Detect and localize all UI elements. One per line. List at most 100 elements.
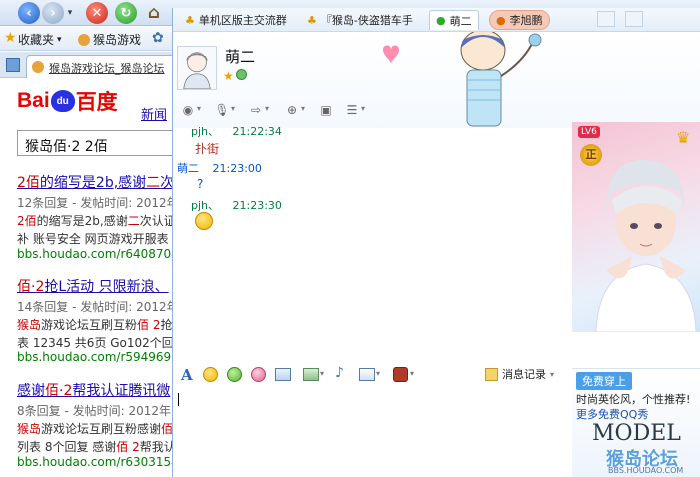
ad-line1[interactable]: 时尚英伦风，个性推荐!: [576, 391, 690, 407]
chevron-down-icon[interactable]: ▾: [410, 369, 414, 378]
sender-name[interactable]: pjh、: [191, 125, 219, 138]
history-icon: [485, 367, 498, 381]
chevron-down-icon[interactable]: ▾: [361, 104, 365, 113]
tab-group-moderators[interactable]: ♣ 单机区版主交流群: [179, 10, 293, 30]
input-toolbar: A ▾ ♪ ▾ ▾ 消息记录 ▾: [173, 363, 571, 387]
star-icon: ★: [4, 30, 17, 46]
contact-name[interactable]: 萌二: [225, 46, 255, 67]
contact-qq-show[interactable]: LV6 正 ♛: [572, 122, 700, 332]
ad-line2[interactable]: 更多免费QQ秀: [576, 406, 648, 422]
title-text: 感谢: [17, 383, 45, 399]
hearts-decoration: [383, 45, 399, 64]
cartoon-boy-decoration: [460, 32, 542, 127]
snippet-text: 游戏论坛互刷互粉: [41, 318, 138, 332]
news-link[interactable]: 新闻: [141, 104, 167, 123]
chevron-down-icon[interactable]: ▾: [320, 369, 324, 378]
chat-history: pjh、 21:22:34 扑街 萌二 21:23:00 ? pjh、 21:2…: [173, 120, 573, 360]
favorites-menu[interactable]: 收藏夹 ▾: [18, 31, 62, 48]
hl-text: 二: [127, 214, 140, 228]
dropdown-arrow-icon[interactable]: ▾: [64, 6, 76, 20]
browser-tab[interactable]: 猴岛游戏论坛_猴岛论坛: [26, 55, 176, 78]
maximize-button[interactable]: [625, 11, 643, 27]
chevron-down-icon[interactable]: ▾: [265, 104, 269, 113]
paw-icon[interactable]: ✿: [152, 30, 164, 46]
back-button[interactable]: ‹: [18, 2, 40, 24]
chevron-down-icon[interactable]: ▾: [197, 104, 201, 113]
history-label: 消息记录: [502, 368, 546, 381]
hl-text: 佰·2: [45, 383, 73, 399]
result-snippet: 2佰的缩写是2b,感谢二次认证: [17, 212, 176, 229]
qq-tab-bar: ♣ 单机区版主交流群 ♣ 『猴岛-侠盗猎车手 ● 萌二 ● 李旭鹏: [173, 8, 700, 32]
result-url[interactable]: bbs.houdao.com/r6408704 20: [17, 247, 198, 261]
minimize-button[interactable]: [597, 11, 615, 27]
chevron-down-icon: ▾: [57, 34, 62, 45]
fav-site-link[interactable]: 猴岛游戏: [78, 31, 141, 48]
app-menu-icon[interactable]: ☰: [343, 102, 361, 118]
hl-text: 二: [146, 175, 161, 191]
sender-name[interactable]: 萌二: [177, 162, 199, 175]
tab-favicon-icon: [32, 61, 44, 73]
chevron-down-icon[interactable]: ▾: [376, 369, 380, 378]
message-header: 萌二 21:23:00: [177, 160, 262, 176]
snippet-text: 列表 8个回复 感谢: [17, 440, 117, 454]
title-text: 抢L活动 只限新浪、: [44, 279, 169, 295]
message-history-button[interactable]: 消息记录 ▾: [485, 366, 554, 382]
message-input[interactable]: [173, 387, 571, 477]
app-box-icon[interactable]: [393, 367, 408, 382]
ad-model-text: MODEL: [592, 421, 681, 446]
search-input[interactable]: 猴岛佰·2 2佰: [17, 130, 177, 156]
result-snippet-2: 表 12345 共6页 Go102个回: [17, 336, 174, 350]
image-icon[interactable]: [303, 368, 319, 381]
ad-label[interactable]: 免费穿上: [576, 372, 632, 390]
portrait-image: [595, 159, 696, 332]
result-url[interactable]: bbs.houdao.com/r6303154 20: [17, 455, 198, 469]
baidu-logo[interactable]: Bai du 百度: [17, 86, 118, 116]
tab-label: 『猴岛-侠盗猎车手: [320, 14, 413, 27]
vip-emoticon-icon[interactable]: [227, 367, 242, 382]
sender-name[interactable]: pjh、: [191, 199, 219, 212]
video-call-icon[interactable]: ◉: [179, 102, 197, 118]
message-time: 21:22:34: [232, 125, 282, 138]
home-icon[interactable]: ⌂: [143, 2, 165, 24]
screenshot-icon[interactable]: [275, 368, 291, 381]
tab-contact-menger[interactable]: ● 萌二: [429, 10, 479, 30]
tab-label: 萌二: [449, 14, 472, 28]
tab-label: 单机区版主交流群: [198, 14, 287, 27]
message-text: 扑街: [195, 142, 220, 156]
watermark-url: BBS.HOUDAO.COM: [608, 466, 684, 475]
refresh-button[interactable]: ↻: [115, 2, 137, 24]
snippet-text: 次认证: [139, 214, 176, 228]
message-text: ?: [197, 177, 204, 191]
tab-label: 李旭鹏: [509, 14, 543, 27]
page-menu-icon[interactable]: [6, 58, 20, 72]
music-icon[interactable]: ♪: [335, 365, 344, 381]
avatar[interactable]: [177, 46, 217, 90]
capture-icon[interactable]: [359, 368, 375, 381]
create-group-icon[interactable]: ⊕: [283, 102, 301, 118]
result-title[interactable]: 2佰的缩写是2b,感谢二次: [17, 172, 174, 192]
hl-text: 佰·2: [17, 279, 45, 295]
stop-button[interactable]: ✕: [86, 2, 108, 24]
emoticon-icon[interactable]: [203, 367, 218, 382]
result-title[interactable]: 感谢佰·2帮我认证腾讯微: [17, 380, 170, 400]
favorites-label: 收藏夹: [18, 33, 55, 47]
tab-group-gta[interactable]: ♣ 『猴岛-侠盗猎车手: [301, 10, 419, 30]
remote-assist-icon[interactable]: ▣: [317, 102, 335, 118]
hl-text: 猴岛: [17, 318, 42, 332]
file-transfer-icon[interactable]: ⇨: [247, 102, 265, 118]
qq-show-ad[interactable]: 免费穿上 时尚英伦风，个性推荐! 更多免费QQ秀 MODEL 猴岛论坛 BBS.…: [572, 368, 700, 477]
online-status-icon: ●: [436, 14, 446, 27]
voice-call-icon[interactable]: 🎙: [213, 102, 231, 118]
chevron-down-icon: ▾: [550, 369, 555, 379]
search-query: 猴岛佰·2 2佰: [25, 139, 108, 155]
result-title[interactable]: 佰·2抢L活动 只限新浪、: [17, 276, 169, 296]
chevron-down-icon[interactable]: ▾: [301, 104, 305, 113]
magic-emoticon-icon[interactable]: [251, 367, 266, 382]
paw-icon: du: [50, 90, 75, 112]
chevron-down-icon[interactable]: ▾: [231, 104, 235, 113]
group-icon: ♣: [185, 13, 195, 27]
forward-button[interactable]: ›: [42, 2, 64, 24]
result-url[interactable]: bbs.houdao.com/r5949699 20: [17, 350, 198, 364]
tab-contact-lixupeng[interactable]: ● 李旭鹏: [489, 10, 550, 30]
font-icon[interactable]: A: [181, 366, 193, 384]
